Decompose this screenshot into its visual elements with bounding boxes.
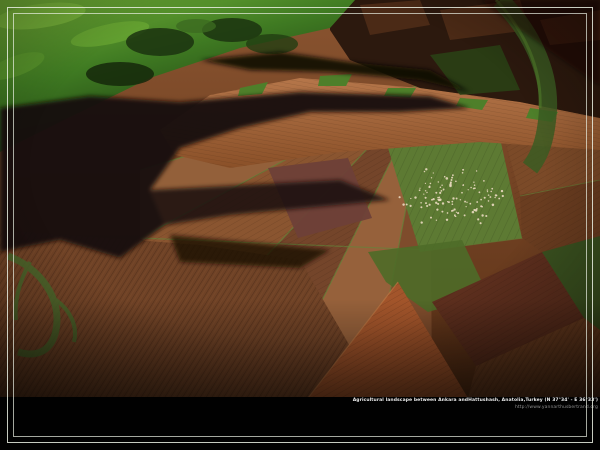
wallpaper: Agricultural landscape between Ankara an… [0,0,600,450]
photo-caption: Agricultural landscape between Ankara an… [353,397,598,411]
bottom-shade [0,300,600,398]
caption-url: http://www.yannarthusbertrand.org [353,404,598,411]
aerial-photo-illustration [0,0,600,398]
caption-title: Agricultural landscape between Ankara an… [353,397,598,404]
